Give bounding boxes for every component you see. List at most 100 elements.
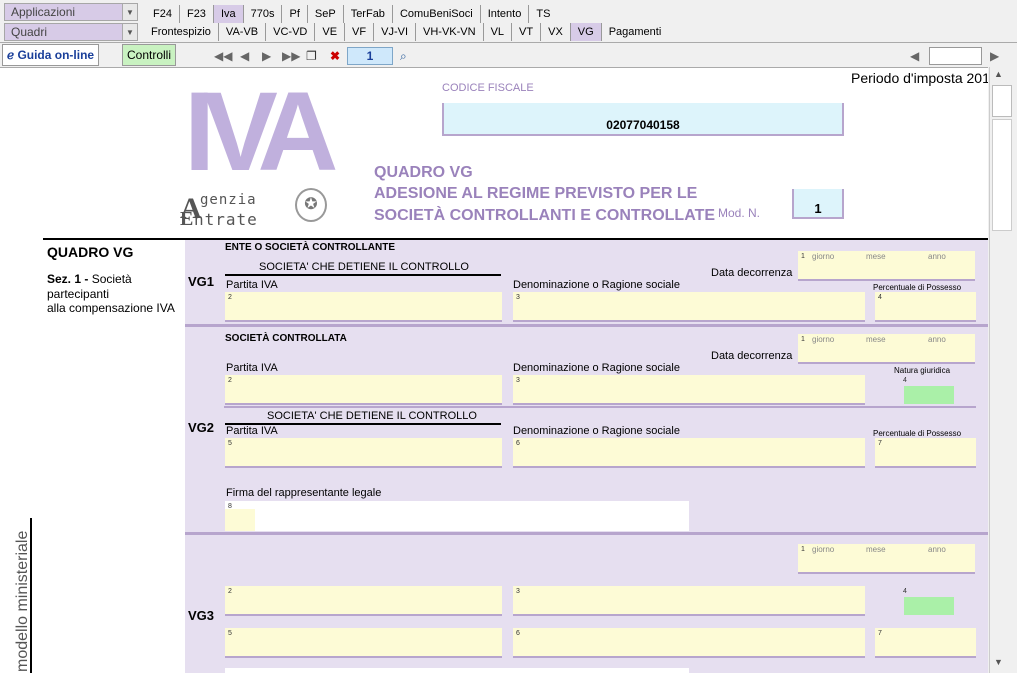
percentuale-label: Percentuale di Possesso — [873, 283, 962, 292]
app-tab-pf[interactable]: Pf — [282, 5, 308, 23]
mese-label: mese — [866, 545, 886, 554]
app-tab-sep[interactable]: SeP — [308, 5, 344, 23]
scroll-thumb[interactable] — [992, 85, 1012, 117]
anno-label: anno — [928, 335, 946, 344]
codice-fiscale-field[interactable]: 02077040158 — [442, 103, 844, 136]
mod-number-field[interactable]: 1 — [792, 189, 844, 219]
field-number: 8 — [228, 503, 232, 510]
vg2-partita-iva-controllo-field[interactable] — [225, 438, 502, 468]
vg3-label: VG3 — [188, 608, 215, 623]
chevron-down-icon[interactable]: ▼ — [122, 24, 137, 40]
vg3-partita-iva-field[interactable] — [225, 586, 502, 616]
vg2-firma-field[interactable] — [225, 509, 255, 531]
controlli-button[interactable]: Controlli — [122, 44, 177, 66]
vg1-partita-iva-field[interactable] — [225, 292, 502, 322]
field-number: 6 — [516, 440, 520, 447]
quadri-tab-va-vb[interactable]: VA-VB — [219, 23, 267, 41]
vg1-denominazione-field[interactable] — [513, 292, 865, 322]
row-divider — [185, 324, 988, 327]
quadri-tab-vl[interactable]: VL — [484, 23, 513, 41]
quadri-tab-vg[interactable]: VG — [570, 23, 602, 41]
scroll-right-icon[interactable]: ▶ — [990, 49, 999, 63]
vg3-natura-giuridica-field[interactable] — [904, 597, 954, 615]
prev-page-icon[interactable]: ◀ — [240, 49, 249, 63]
search-icon[interactable]: ⌕ — [400, 49, 407, 64]
quadri-tab-vh-vk-vn[interactable]: VH-VK-VN — [416, 23, 484, 41]
toolbar-divider — [0, 42, 1017, 43]
field-number: 2 — [228, 294, 232, 301]
vg3-denominazione-field[interactable] — [513, 586, 865, 616]
chevron-down-icon[interactable]: ▼ — [122, 4, 137, 20]
next-page-icon[interactable]: ▶ — [262, 49, 271, 63]
partita-iva-label: Partita IVA — [226, 425, 278, 437]
field-number: 3 — [516, 377, 520, 384]
scroll-down-icon[interactable]: ▼ — [994, 657, 1003, 667]
last-page-icon[interactable]: ▶▶ — [282, 49, 300, 63]
app-tab-iva[interactable]: Iva — [213, 5, 244, 23]
vertical-scrollbar[interactable]: ▲ ▼ — [989, 67, 1017, 673]
vg2-partita-iva-field[interactable] — [225, 375, 502, 405]
vg3-percentuale-field[interactable] — [875, 628, 976, 658]
quadri-tab-vj-vi[interactable]: VJ-VI — [374, 23, 417, 41]
quadro-subtitle-1: ADESIONE AL REGIME PREVISTO PER LE — [374, 185, 698, 202]
giorno-label: giorno — [812, 335, 835, 344]
logo-e-glyph: E — [180, 208, 194, 230]
app-tab-terfab[interactable]: TerFab — [344, 5, 393, 23]
vg3-denominazione-controllo-field[interactable] — [513, 628, 865, 658]
quadri-tab-ve[interactable]: VE — [315, 23, 346, 41]
field-number: 3 — [516, 294, 520, 301]
vg2-percentuale-field[interactable] — [875, 438, 976, 468]
field-number: 4 — [878, 294, 882, 301]
quadri-tab-pagamenti[interactable]: Pagamenti — [602, 23, 669, 41]
field-number: 3 — [516, 588, 520, 595]
applicazioni-combo[interactable]: Applicazioni ▼ — [4, 3, 138, 21]
scroll-up-icon[interactable]: ▲ — [994, 69, 1003, 79]
sez-text-3: alla compensazione IVA — [47, 301, 175, 315]
denominazione-label: Denominazione o Ragione sociale — [513, 362, 680, 374]
sez-label: Sez. 1 - — [47, 272, 89, 286]
emblem-icon: ✪ — [295, 188, 327, 222]
quadri-tab-frontespizio[interactable]: Frontespizio — [144, 23, 219, 41]
firma-area — [225, 668, 689, 673]
denominazione-label: Denominazione o Ragione sociale — [513, 279, 680, 291]
first-page-icon[interactable]: ◀◀ — [214, 49, 232, 63]
field-number: 4 — [903, 588, 907, 595]
guida-online-button[interactable]: ℯ Guida on-line — [2, 44, 100, 66]
app-tab-f24[interactable]: F24 — [146, 5, 180, 23]
societa-detiene-label: SOCIETA' CHE DETIENE IL CONTROLLO — [267, 410, 477, 422]
vg2-natura-giuridica-field[interactable] — [904, 386, 954, 404]
scroll-left-icon[interactable]: ◀ — [910, 49, 919, 63]
giorno-label: giorno — [812, 545, 835, 554]
anno-label: anno — [928, 252, 946, 261]
page-number-field[interactable]: 1 — [347, 47, 393, 65]
vg2-denominazione-field[interactable] — [513, 375, 865, 405]
app-tab-f23[interactable]: F23 — [180, 5, 214, 23]
natura-giuridica-label: Natura giuridica — [894, 366, 951, 375]
app-tab-770s[interactable]: 770s — [244, 5, 283, 23]
goto-field[interactable] — [929, 47, 982, 65]
periodo-imposta: Periodo d'imposta 2016 — [851, 70, 988, 86]
side-label: modello ministeriale — [14, 530, 31, 672]
societa-detiene-label: SOCIETA' CHE DETIENE IL CONTROLLO — [259, 261, 469, 273]
percentuale-label: Percentuale di Possesso — [873, 429, 962, 438]
new-page-icon[interactable]: ❐ — [306, 49, 317, 63]
quadro-title: QUADRO VG — [374, 164, 473, 181]
delete-page-icon[interactable]: ✖ — [330, 49, 340, 63]
societa-controllata-label: SOCIETÀ CONTROLLATA — [225, 333, 347, 344]
quadri-tab-vc-vd[interactable]: VC-VD — [266, 23, 316, 41]
app-tab-ts[interactable]: TS — [529, 5, 557, 23]
quadri-tab-vx[interactable]: VX — [541, 23, 571, 41]
applicazioni-label: Applicazioni — [11, 5, 76, 19]
mese-label: mese — [866, 335, 886, 344]
quadri-tabs: Frontespizio VA-VB VC-VD VE VF VJ-VI VH-VK-VN V… — [144, 23, 668, 41]
quadri-tab-vf[interactable]: VF — [345, 23, 375, 41]
app-tab-comubenisoci[interactable]: ComuBeniSoci — [393, 5, 481, 23]
vg2-denominazione-controllo-field[interactable] — [513, 438, 865, 468]
vg1-percentuale-field[interactable] — [875, 292, 976, 322]
vg3-partita-iva-controllo-field[interactable] — [225, 628, 502, 658]
app-tab-intento[interactable]: Intento — [481, 5, 530, 23]
partita-iva-label: Partita IVA — [226, 362, 278, 374]
quadri-tab-vt[interactable]: VT — [512, 23, 542, 41]
quadri-combo[interactable]: Quadri ▼ — [4, 23, 138, 41]
sez-text-2: partecipanti — [47, 287, 110, 301]
